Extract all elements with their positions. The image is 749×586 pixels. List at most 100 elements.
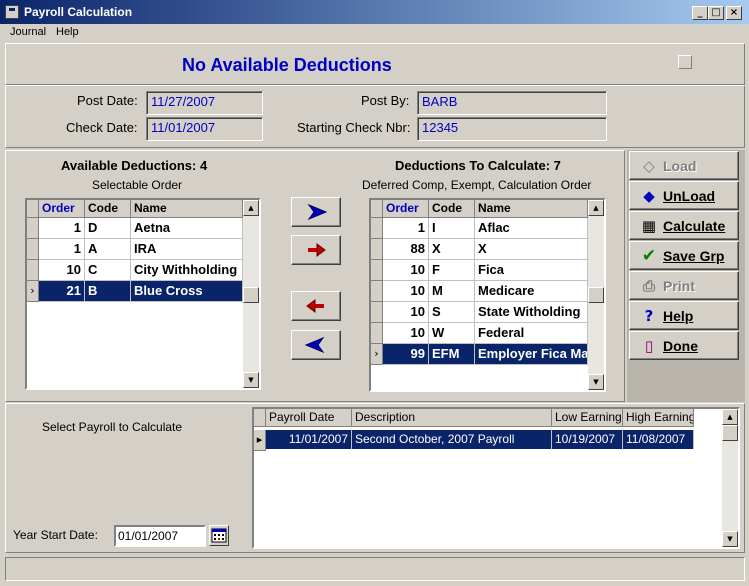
starting-check-field[interactable]: 12345	[417, 117, 607, 141]
table-cell[interactable]: EFM	[429, 344, 475, 365]
table-row-selected[interactable]: 21	[39, 281, 85, 302]
scroll-up-icon[interactable]: ▲	[722, 409, 738, 425]
table-cell[interactable]: Medicare	[475, 281, 588, 302]
move-left-button[interactable]	[291, 291, 341, 321]
row-indicator[interactable]	[371, 323, 383, 344]
table-row[interactable]: 1	[383, 218, 429, 239]
column-header-order[interactable]: Order	[39, 200, 85, 218]
table-row[interactable]: 10	[383, 281, 429, 302]
row-indicator[interactable]	[371, 281, 383, 302]
table-row[interactable]: 10	[383, 302, 429, 323]
row-indicator[interactable]	[371, 302, 383, 323]
move-right-all-button[interactable]	[291, 235, 341, 265]
table-cell[interactable]: X	[475, 239, 588, 260]
column-header-name[interactable]: Name	[131, 200, 243, 218]
scroll-thumb[interactable]	[722, 425, 738, 441]
to-calculate-grid[interactable]: Order Code Name 1 I Aflac 88 X X 10 F Fi…	[369, 198, 606, 392]
table-cell[interactable]: C	[85, 260, 131, 281]
row-indicator[interactable]	[27, 260, 39, 281]
table-cell[interactable]: B	[85, 281, 131, 302]
column-header-description[interactable]: Description	[352, 409, 552, 427]
table-cell[interactable]: Aflac	[475, 218, 588, 239]
payroll-grid[interactable]: Payroll Date Description Low Earnings Hi…	[252, 407, 740, 549]
close-button[interactable]: ×	[726, 6, 742, 20]
done-button[interactable]: ▯ Done	[629, 331, 739, 360]
maximize-button[interactable]: □	[708, 6, 724, 20]
status-checkbox[interactable]	[678, 55, 692, 69]
unload-button[interactable]: ◆ UnLoad	[629, 181, 739, 210]
table-cell[interactable]: Employer Fica Match	[475, 344, 588, 365]
calendar-button[interactable]	[209, 525, 229, 546]
table-cell[interactable]: IRA	[131, 239, 243, 260]
move-left-all-button[interactable]	[291, 330, 341, 360]
table-row[interactable]: 1	[39, 218, 85, 239]
row-indicator[interactable]	[371, 218, 383, 239]
scroll-down-icon[interactable]: ▼	[722, 531, 738, 547]
table-cell[interactable]: 10/19/2007	[552, 430, 623, 449]
check-date-field[interactable]: 11/01/2007	[146, 117, 263, 141]
scroll-up-icon[interactable]: ▲	[243, 200, 259, 216]
arrow-left-blue-icon	[304, 336, 325, 354]
help-button[interactable]: ? Help	[629, 301, 739, 330]
scroll-thumb[interactable]	[588, 287, 604, 303]
current-row-indicator[interactable]: ›	[27, 281, 39, 302]
calculate-button[interactable]: ▦ Calculate	[629, 211, 739, 240]
save-grp-button[interactable]: ✔ Save Grp	[629, 241, 739, 270]
table-cell[interactable]: M	[429, 281, 475, 302]
column-header-code[interactable]: Code	[429, 200, 475, 218]
menu-journal[interactable]: Journal	[10, 26, 46, 38]
minimize-button[interactable]: _	[692, 6, 708, 20]
table-cell[interactable]: State Witholding	[475, 302, 588, 323]
post-date-field[interactable]: 11/27/2007	[146, 91, 263, 115]
scroll-thumb[interactable]	[243, 287, 259, 303]
current-row-indicator[interactable]: ›	[371, 344, 383, 365]
table-cell[interactable]: F	[429, 260, 475, 281]
table-cell[interactable]: A	[85, 239, 131, 260]
scroll-down-icon[interactable]: ▼	[243, 372, 259, 388]
post-by-label: Post By:	[361, 93, 410, 108]
table-row[interactable]: 88	[383, 239, 429, 260]
column-header-name[interactable]: Name	[475, 200, 588, 218]
app-icon	[5, 5, 19, 19]
load-button[interactable]: ◇ Load	[629, 151, 739, 180]
scroll-down-icon[interactable]: ▼	[588, 374, 604, 390]
payroll-scrollbar[interactable]: ▲ ▼	[722, 409, 738, 547]
table-cell[interactable]: 11/08/2007	[623, 430, 694, 449]
table-cell[interactable]: Federal	[475, 323, 588, 344]
table-row[interactable]: 10	[383, 260, 429, 281]
table-row[interactable]: 10	[383, 323, 429, 344]
row-indicator[interactable]	[371, 239, 383, 260]
table-cell[interactable]: W	[429, 323, 475, 344]
table-row-selected[interactable]: 11/01/2007	[266, 430, 352, 449]
table-cell[interactable]: D	[85, 218, 131, 239]
print-button[interactable]: ⎙ Print	[629, 271, 739, 300]
table-row-selected[interactable]: 99	[383, 344, 429, 365]
column-header-high-earnings[interactable]: High Earnings	[623, 409, 694, 427]
row-indicator[interactable]	[27, 218, 39, 239]
table-cell[interactable]: City Withholding	[131, 260, 243, 281]
column-header-low-earnings[interactable]: Low Earnings	[552, 409, 623, 427]
menu-help[interactable]: Help	[56, 26, 79, 38]
table-cell[interactable]: Second October, 2007 Payroll	[352, 430, 552, 449]
table-cell[interactable]: S	[429, 302, 475, 323]
table-cell[interactable]: X	[429, 239, 475, 260]
column-header-payroll-date[interactable]: Payroll Date	[266, 409, 352, 427]
column-header-code[interactable]: Code	[85, 200, 131, 218]
table-row[interactable]: 1	[39, 239, 85, 260]
available-scrollbar[interactable]: ▲ ▼	[243, 200, 259, 388]
row-indicator[interactable]	[371, 260, 383, 281]
table-cell[interactable]: I	[429, 218, 475, 239]
scroll-up-icon[interactable]: ▲	[588, 200, 604, 216]
available-grid[interactable]: Order Code Name 1 D Aetna 1 A IRA 10 C C…	[25, 198, 261, 390]
table-row[interactable]: 10	[39, 260, 85, 281]
column-header-order[interactable]: Order	[383, 200, 429, 218]
current-row-indicator[interactable]: ▸	[254, 430, 266, 451]
to-calculate-scrollbar[interactable]: ▲ ▼	[588, 200, 604, 390]
table-cell[interactable]: Blue Cross	[131, 281, 243, 302]
year-start-field[interactable]: 01/01/2007	[114, 525, 206, 547]
move-right-button[interactable]	[291, 197, 341, 227]
post-by-field[interactable]: BARB	[417, 91, 607, 115]
table-cell[interactable]: Fica	[475, 260, 588, 281]
row-indicator[interactable]	[27, 239, 39, 260]
table-cell[interactable]: Aetna	[131, 218, 243, 239]
